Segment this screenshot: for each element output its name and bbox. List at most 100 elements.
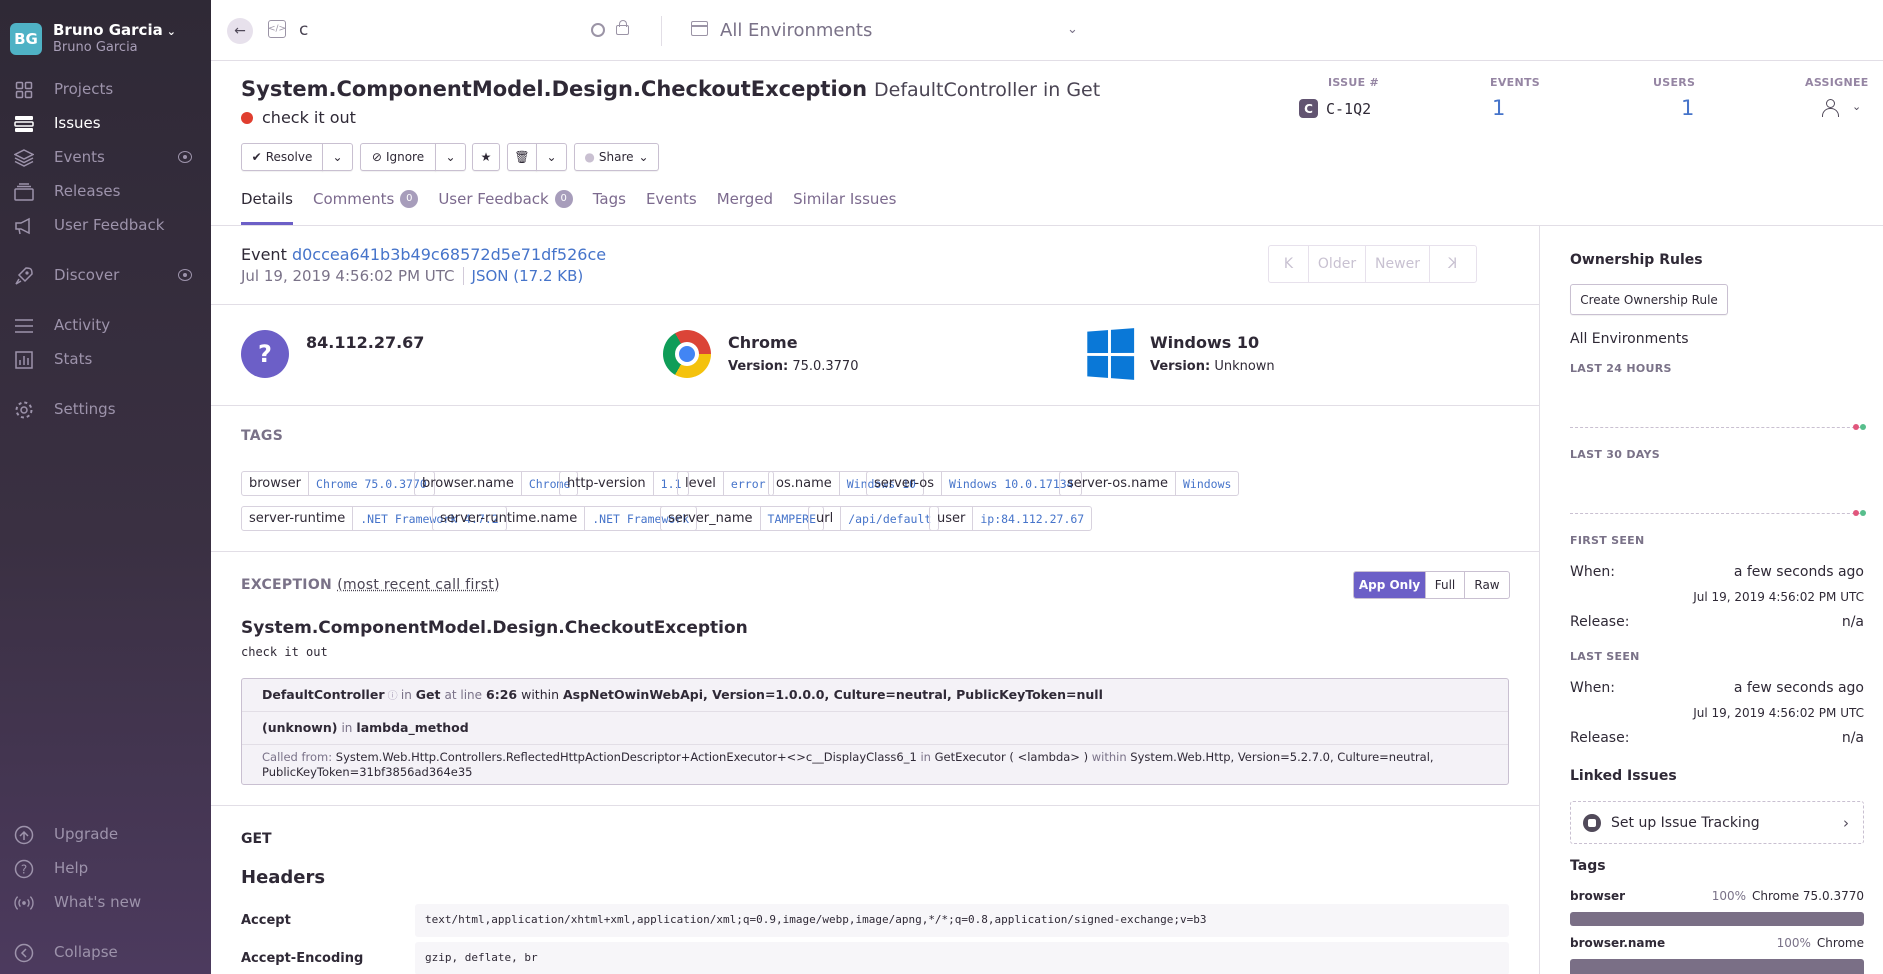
- sidebar-item-whats-new[interactable]: What's new: [0, 887, 211, 917]
- divider: [211, 551, 1539, 552]
- tag-value[interactable]: ip:84.112.27.67: [973, 507, 1091, 530]
- oldest-button[interactable]: K: [1269, 246, 1309, 282]
- newest-button[interactable]: K: [1430, 246, 1476, 282]
- tab-user-feedback[interactable]: User Feedback 0: [438, 190, 572, 226]
- newer-button[interactable]: Newer: [1366, 246, 1430, 282]
- older-button[interactable]: Older: [1309, 246, 1366, 282]
- resolve-dropdown[interactable]: ⌄: [322, 143, 353, 171]
- resolve-button[interactable]: ✔ Resolve: [241, 143, 323, 171]
- tag-pill[interactable]: level error: [677, 471, 774, 496]
- sidebar-item-user-feedback[interactable]: User Feedback: [0, 210, 211, 240]
- frame-function: System.Web.Http.Controllers.ReflectedHtt…: [336, 750, 917, 764]
- create-ownership-rule-button[interactable]: Create Ownership Rule: [1570, 284, 1728, 315]
- tab-similar-issues[interactable]: Similar Issues: [793, 190, 896, 226]
- http-method: GET: [241, 831, 272, 847]
- ignore-dropdown[interactable]: ⌄: [435, 143, 466, 171]
- stack-frame[interactable]: DefaultController ⓘ in Get at line 6:26 …: [242, 687, 1508, 702]
- events-count[interactable]: 1: [1492, 96, 1505, 120]
- delete-dropdown[interactable]: ⌄: [536, 143, 567, 171]
- assignee-label: ASSIGNEE: [1805, 76, 1869, 89]
- tab-details[interactable]: Details: [241, 190, 293, 226]
- tab-comments[interactable]: Comments 0: [313, 190, 418, 226]
- sidebar-item-label: Discover: [54, 266, 119, 284]
- setup-issue-tracking-button[interactable]: Set up Issue Tracking ›: [1570, 801, 1864, 844]
- org-name: Bruno Garcia: [53, 21, 163, 39]
- raw-button[interactable]: Raw: [1465, 572, 1509, 598]
- sidebar-item-help[interactable]: ? Help: [0, 853, 211, 883]
- chevron-down-icon[interactable]: ⌄: [1067, 22, 1078, 37]
- stacktrace-frames: DefaultController ⓘ in Get at line 6:26 …: [241, 678, 1509, 785]
- called-from-frame[interactable]: Called from: System.Web.Http.Controllers…: [242, 750, 1508, 780]
- event-id-link[interactable]: d0ccea641b3b49c68572d5e71df526ce: [292, 245, 606, 264]
- share-button[interactable]: ● Share ⌄: [574, 143, 659, 171]
- sidebar-item-issues[interactable]: Issues: [0, 108, 211, 138]
- delete-button[interactable]: 🗑: [507, 143, 537, 171]
- gear-icon: [14, 400, 34, 420]
- environment-selector[interactable]: All Environments: [720, 20, 872, 41]
- tag-value[interactable]: error: [724, 472, 773, 495]
- org-switcher[interactable]: BG Bruno Garcia ⌄ Bruno Garcia: [10, 22, 176, 56]
- divider: [242, 744, 1508, 745]
- sidebar-item-events[interactable]: Events: [0, 142, 211, 172]
- sidebar-item-stats[interactable]: Stats: [0, 344, 211, 374]
- tag-pill[interactable]: browser.name Chrome: [414, 471, 578, 496]
- sidebar-item-releases[interactable]: Releases: [0, 176, 211, 206]
- rocket-icon: [14, 266, 34, 286]
- sidebar-item-projects[interactable]: Projects: [0, 74, 211, 104]
- short-id[interactable]: C C-1Q2: [1299, 99, 1371, 118]
- sidebar-item-settings[interactable]: Settings: [0, 394, 211, 424]
- tag-pill[interactable]: user ip:84.112.27.67: [929, 506, 1092, 531]
- tag-value[interactable]: Windows: [1176, 472, 1238, 495]
- tab-merged[interactable]: Merged: [717, 190, 773, 226]
- first-seen-when: a few seconds ago: [1734, 564, 1864, 580]
- tag-key: browser: [1570, 889, 1625, 903]
- users-count[interactable]: 1: [1681, 96, 1694, 120]
- broadcast-icon: [14, 893, 34, 913]
- sidebar-item-label: Projects: [54, 80, 113, 98]
- tab-events[interactable]: Events: [646, 190, 697, 226]
- tag-pill[interactable]: server-os Windows 10.0.17134: [866, 471, 1082, 496]
- tag-distribution-bar[interactable]: [1570, 912, 1864, 926]
- full-button[interactable]: Full: [1426, 572, 1465, 598]
- tag-key: user: [930, 507, 973, 530]
- header-row: Accept text/html,application/xhtml+xml,a…: [241, 904, 1509, 937]
- share-label: Share: [599, 150, 634, 164]
- tab-tags[interactable]: Tags: [593, 190, 626, 226]
- arrow-left-icon: ←: [234, 23, 246, 39]
- tag-value[interactable]: /api/default: [841, 507, 938, 530]
- user-icon[interactable]: [1820, 98, 1840, 118]
- sidebar-item-activity[interactable]: Activity: [0, 310, 211, 340]
- sidebar-item-collapse[interactable]: Collapse: [0, 937, 211, 967]
- users-count-label: USERS: [1653, 76, 1695, 89]
- back-button[interactable]: ←: [227, 18, 253, 44]
- tag-distribution-row[interactable]: browser 100% Chrome 75.0.3770: [1570, 889, 1864, 903]
- sidebar-item-discover[interactable]: Discover: [0, 260, 211, 290]
- ignore-button[interactable]: ⊘ Ignore: [360, 143, 436, 171]
- tag-pill[interactable]: server_name TAMPERE: [660, 506, 824, 531]
- tag-distribution-bar[interactable]: [1570, 959, 1864, 974]
- tag-pill[interactable]: server-os.name Windows: [1059, 471, 1239, 496]
- chevron-down-icon: ⌄: [445, 150, 455, 164]
- short-id-value: C-1Q2: [1326, 100, 1371, 118]
- sidebar: BG Bruno Garcia ⌄ Bruno Garcia Projects I…: [0, 0, 211, 974]
- project-settings-icon[interactable]: [591, 23, 605, 37]
- tag-pill[interactable]: http-version 1.1: [559, 471, 689, 496]
- tag-pill[interactable]: server-runtime.name .NET Framework: [432, 506, 697, 531]
- tag-distribution-row[interactable]: browser.name 100% Chrome: [1570, 936, 1864, 950]
- bookmark-button[interactable]: ★: [472, 143, 500, 171]
- stack-frame[interactable]: (unknown) in lambda_method: [242, 720, 1508, 735]
- exception-value: check it out: [241, 645, 328, 659]
- sidebar-item-label: What's new: [54, 893, 141, 911]
- chevron-down-icon[interactable]: ⌄: [1852, 100, 1861, 113]
- last-seen-release: n/a: [1842, 730, 1864, 746]
- svg-text:?: ?: [21, 863, 27, 877]
- exception-type: System.ComponentModel.Design.CheckoutExc…: [241, 618, 748, 638]
- tag-pill[interactable]: url/api/default: [808, 506, 939, 531]
- sidebar-item-upgrade[interactable]: Upgrade: [0, 819, 211, 849]
- json-link[interactable]: JSON (17.2 KB): [463, 267, 584, 285]
- tag-pill[interactable]: browser Chrome 75.0.3770: [241, 471, 435, 496]
- lock-icon[interactable]: [616, 25, 629, 35]
- project-name[interactable]: c: [299, 20, 308, 40]
- app-only-button[interactable]: App Only: [1354, 572, 1426, 598]
- order-toggle[interactable]: (most recent call first): [337, 577, 500, 593]
